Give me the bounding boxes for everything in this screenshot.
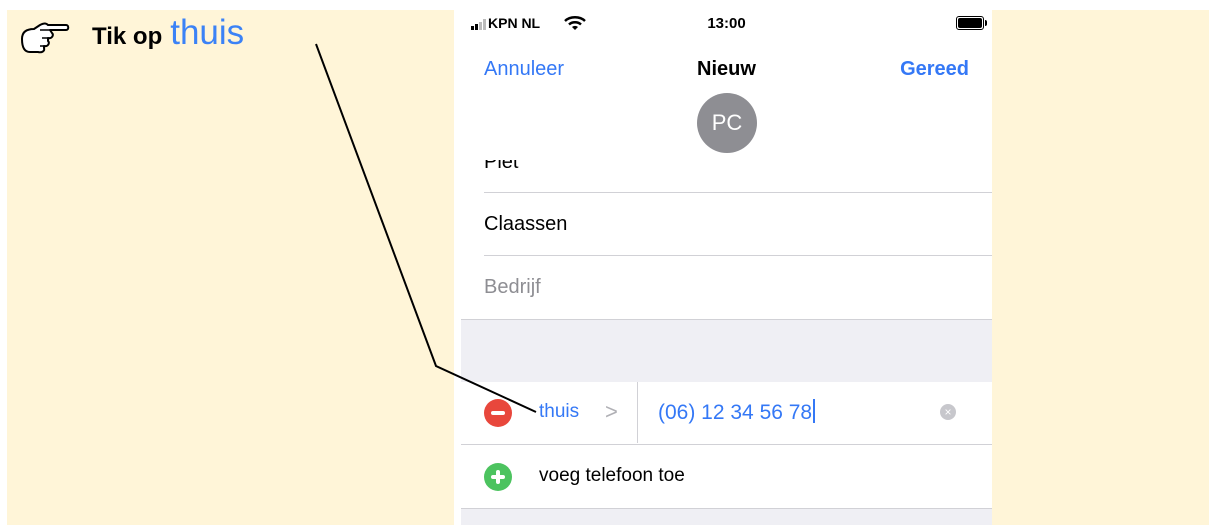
section-spacer <box>461 319 992 383</box>
hand-pointing-right-icon <box>21 22 70 54</box>
last-name-value: Claassen <box>484 213 568 235</box>
phone-number-input[interactable]: (06) 12 34 56 78 <box>658 399 816 425</box>
side-panel <box>992 10 1209 525</box>
add-phone-icon[interactable] <box>484 463 512 491</box>
clock: 13:00 <box>707 15 746 32</box>
done-button[interactable]: Gereed <box>900 58 969 81</box>
battery-icon <box>956 16 987 30</box>
delete-phone-button[interactable] <box>484 399 512 427</box>
text-caret <box>813 399 816 423</box>
last-name-field[interactable]: Claassen <box>461 193 992 255</box>
company-placeholder: Bedrijf <box>484 276 541 298</box>
chevron-right-icon: > <box>605 399 618 424</box>
instruction-highlight: thuis <box>170 13 245 52</box>
clear-icon[interactable]: × <box>940 404 956 420</box>
phone-label-button[interactable]: thuis <box>539 401 579 423</box>
add-phone-label[interactable]: voeg telefoon toe <box>539 465 685 487</box>
avatar[interactable]: PC <box>697 93 757 153</box>
instruction-panel <box>7 10 454 525</box>
instruction-text: Tik op <box>92 23 163 50</box>
phone-screen: KPN NL 13:00 Annuleer Nieuw Gereed PC Pi… <box>461 10 992 525</box>
first-name-value: Piet <box>484 160 519 173</box>
phone-number-value: (06) 12 34 56 78 <box>658 401 813 424</box>
divider <box>637 382 638 443</box>
phone-number-row: thuis > (06) 12 34 56 78 × <box>461 382 992 443</box>
first-name-field[interactable]: Piet <box>461 160 992 176</box>
status-bar: KPN NL 13:00 <box>461 10 992 38</box>
add-phone-row[interactable]: voeg telefoon toe <box>461 444 992 508</box>
company-field[interactable]: Bedrijf <box>461 256 992 318</box>
instruction: Tik op thuis <box>18 12 244 62</box>
section-spacer <box>461 508 992 525</box>
